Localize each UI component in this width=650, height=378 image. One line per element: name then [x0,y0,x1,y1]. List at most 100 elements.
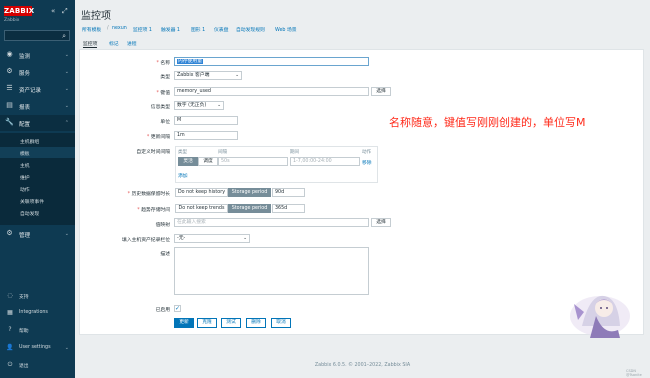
chevron-down-icon: ⌄ [64,86,69,92]
clone-button[interactable]: 克隆 [197,318,217,328]
info-type-select[interactable]: 数字 (无正负) ⌄ [174,101,224,110]
submenu-maintenance[interactable]: 维护 [0,171,75,182]
menu-configuration[interactable]: 🔧 配置 ⌃ [0,115,75,131]
list-icon: ☰ [6,84,13,92]
chevron-down-icon: ⌄ [64,231,69,237]
menu-services[interactable]: ⚙ 服务 ⌄ [0,64,75,80]
sidebar-search-input[interactable]: ⌕ [4,30,70,41]
interval-input[interactable]: 1m [174,131,238,140]
enabled-checkbox[interactable]: ✓ [174,305,181,312]
history-storage-period[interactable]: Storage period [228,188,271,197]
trends-storage-period[interactable]: Storage period [228,204,271,213]
menu-monitoring[interactable]: ◉ 监测 ⌄ [0,47,75,63]
zabbix-logo[interactable]: ZABBIX [4,6,34,16]
menu-administration[interactable]: ⚙ 管理 ⌄ [0,226,75,242]
cancel-button[interactable]: 取消 [271,318,291,328]
submenu-label: 维护 [20,176,30,181]
trends-do-not-keep[interactable]: Do not keep trends [175,204,228,213]
type-label: 类型 [160,75,170,80]
submenu-hosts[interactable]: 主机 [0,159,75,170]
submenu-label: 模板 [20,152,30,157]
breadcrumb-dashboards[interactable]: 仪表盘 [214,26,228,33]
submenu-event-correlation[interactable]: 关联项事件 [0,195,75,206]
configuration-submenu: 主机群组 模板 主机 维护 动作 关联项事件 自动发现 [0,133,75,225]
eye-icon: ◉ [6,50,13,58]
menu-reports[interactable]: ▤ 报表 ⌄ [0,98,75,114]
intervals-header-interval: 间隔 [218,150,227,155]
bottom-label: 帮助 [19,329,29,334]
type-select[interactable]: Zabbix 客户端 ⌄ [174,71,242,80]
chevron-down-icon: ⌄ [64,69,69,75]
search-icon[interactable]: ⌕ [62,32,66,40]
sidebar-sign-out[interactable]: ⏻ 退出 [0,358,75,372]
annotation-text: 名称随意，键值写刚刚创建的，单位写M [389,116,586,129]
chevron-down-icon: ⌄ [64,345,69,351]
name-input[interactable]: 内存使用量 [174,57,369,66]
units-input[interactable]: M [174,116,238,125]
history-do-not-keep[interactable]: Do not keep history [175,188,228,197]
interval-remove-link[interactable]: 移除 [362,159,372,166]
breadcrumb-all-templates[interactable]: 所有模板 [82,26,101,33]
tab-tags[interactable]: 标记 [109,40,119,47]
valuemap-input[interactable]: 在此输入搜索 [174,218,369,227]
valuemap-select-button[interactable]: 选择 [371,218,391,227]
submenu-actions[interactable]: 动作 [0,183,75,194]
breadcrumb-graphs[interactable]: 图形 1 [191,26,205,33]
name-input-value: 内存使用量 [177,59,203,64]
interval-type-scheduling[interactable]: 调度 [198,157,218,166]
collapse-icon[interactable]: « [51,7,55,15]
menu-inventory[interactable]: ☰ 资产记录 ⌄ [0,81,75,97]
form-tabs: 监控项 标记 进程 [79,37,650,49]
chevron-up-icon: ⌃ [64,120,69,126]
update-button[interactable]: 更新 [174,318,194,328]
sidebar-help[interactable]: ? 帮助 [0,323,75,337]
sidebar-user-settings[interactable]: 👤 User settings ⌄ [0,341,75,355]
test-button[interactable]: 测试 [221,318,241,328]
anime-mascot-image [570,295,630,338]
breadcrumb-discovery-rules[interactable]: 自动发现规则 [236,26,265,33]
interval-type-flexible[interactable]: 灵活 [178,157,198,166]
bottom-label: User settings [19,345,51,350]
description-textarea[interactable] [174,247,369,295]
sidebar-integrations[interactable]: ▦ Integrations [0,306,75,320]
history-input[interactable]: 90d [272,188,305,197]
footer-text: Zabbix 6.0.5. © 2001–2022, Zabbix SIA [314,363,411,368]
menu-label: 配置 [19,122,31,128]
kiosk-icon[interactable]: ⤢ [62,7,68,16]
submenu-discovery[interactable]: 自动发现 [0,207,75,218]
submenu-templates[interactable]: 模板 [0,147,75,158]
submenu-host-groups[interactable]: 主机群组 [0,135,75,146]
chevron-down-icon: ⌄ [235,73,239,78]
instance-name: Zabbix [4,18,20,23]
breadcrumb-web-scenarios[interactable]: Web 场景 [275,26,297,33]
interval-value-input[interactable]: 50s [218,157,288,166]
custom-intervals-table: 类型 间隔 期间 动作 灵活 调度 50s 1-7,00:00-24:00 移除… [175,146,378,183]
menu-label: 管理 [19,233,31,239]
breadcrumb-template[interactable]: nexun [112,26,127,31]
watermark: CSDN @Tsanite [626,369,642,377]
trends-label-text: 趋势存储时间 [141,208,170,213]
interval-period-input[interactable]: 1-7,00:00-24:00 [290,157,360,166]
units-label: 单位 [160,120,170,125]
key-label-text: 键值 [160,91,170,96]
chart-icon: ▤ [6,101,13,109]
delete-button[interactable]: 删除 [246,318,266,328]
trends-input[interactable]: 365d [272,204,305,213]
submenu-label: 关联项事件 [20,200,44,205]
chevron-down-icon: ⌄ [64,103,69,109]
breadcrumb-triggers[interactable]: 触发器 1 [161,26,180,33]
description-label: 描述 [160,252,170,257]
inventory-label: 填入主机资产纪录栏位 [122,238,170,243]
sidebar-support[interactable]: ◌ 支持 [0,289,75,303]
key-input[interactable]: memory_used [174,87,369,96]
tab-item[interactable]: 监控项 [83,40,98,48]
menu-label: 资产记录 [19,88,42,94]
intervals-header-action: 动作 [362,150,371,155]
integrations-icon: ▦ [7,309,13,316]
inventory-select[interactable]: -无- ⌄ [174,234,250,243]
breadcrumb: 所有模板 / nexun 监控项 1 触发器 1 图形 1 仪表盘 自动发现规则… [79,24,650,35]
tab-preprocessing[interactable]: 进程 [127,40,137,47]
breadcrumb-items[interactable]: 监控项 1 [133,26,152,33]
key-select-button[interactable]: 选择 [371,87,391,96]
interval-add-link[interactable]: 添加 [178,172,188,179]
